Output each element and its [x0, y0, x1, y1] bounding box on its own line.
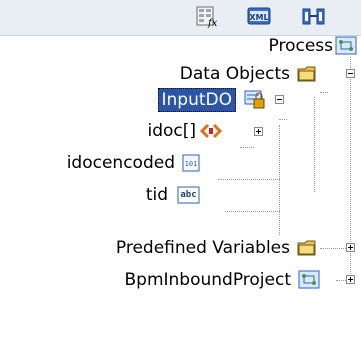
tree-line — [225, 211, 280, 212]
tree-line — [314, 97, 315, 192]
variables-tree: Process Data Objects InputDO idoc[] idoc… — [0, 35, 361, 358]
collapse-toggle[interactable] — [346, 69, 355, 78]
project-icon — [298, 270, 320, 290]
xml-icon[interactable]: XML — [247, 6, 271, 28]
tree-node-idoc[interactable]: idoc[] — [147, 120, 196, 142]
tree-node-tid[interactable]: tid — [146, 184, 168, 206]
tree-line — [218, 179, 280, 180]
tree-line — [336, 280, 346, 281]
data-object-lock-icon — [244, 89, 266, 109]
svg-text:101: 101 — [185, 160, 198, 168]
folder-icon — [297, 238, 319, 258]
expand-toggle[interactable] — [254, 127, 263, 136]
string-type-label: abc — [180, 190, 197, 200]
svg-text:XML: XML — [249, 13, 268, 22]
tree-line — [320, 248, 346, 249]
svg-text:fx: fx — [207, 18, 218, 28]
process-icon — [335, 36, 357, 56]
tree-line — [279, 119, 287, 120]
tree-node-process[interactable]: Process — [269, 35, 334, 57]
tree-line — [240, 147, 254, 148]
tree-node-bpm-inbound-project[interactable]: BpmInboundProject — [125, 269, 292, 291]
tree-node-input-do[interactable]: InputDO — [157, 88, 236, 112]
toolbar: fx XML — [0, 0, 361, 36]
string-type-icon: abc — [177, 185, 201, 205]
expand-toggle[interactable] — [346, 275, 355, 284]
tree-node-data-objects[interactable]: Data Objects — [180, 63, 290, 85]
tree-line — [279, 125, 280, 235]
folder-icon — [297, 64, 319, 84]
tree-node-predefined-variables[interactable]: Predefined Variables — [116, 237, 290, 259]
mapper-icon[interactable] — [302, 6, 326, 28]
tree-node-idocencoded[interactable]: idocencoded — [67, 152, 175, 174]
expand-toggle[interactable] — [346, 243, 355, 252]
xml-element-icon — [199, 121, 223, 141]
function-icon[interactable]: fx — [196, 6, 220, 29]
collapse-toggle[interactable] — [275, 95, 284, 104]
tree-line — [320, 92, 328, 93]
binary-type-icon: 101 — [181, 153, 203, 173]
